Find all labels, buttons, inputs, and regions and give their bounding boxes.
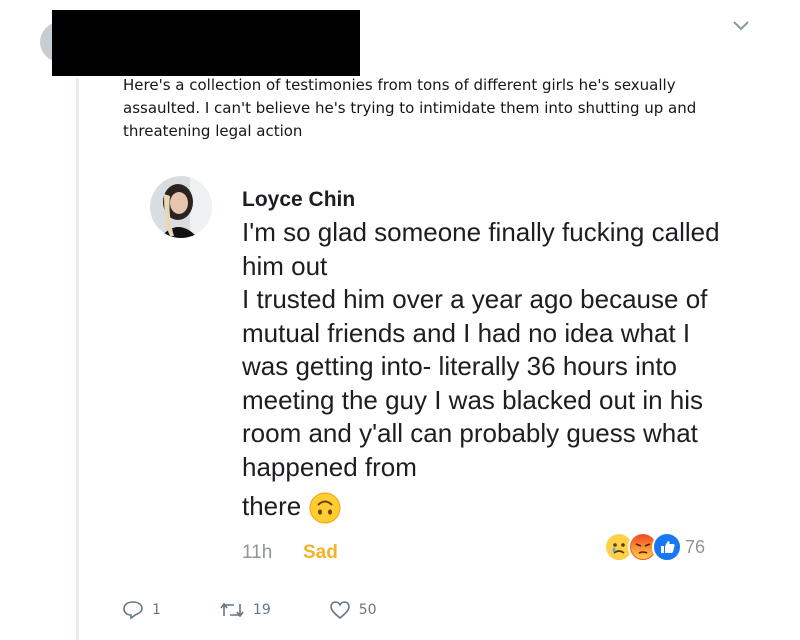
heart-icon [329,601,350,620]
retweet-button[interactable]: 19 [219,600,271,620]
like-button[interactable]: 50 [329,600,377,620]
like-thumb-icon [652,532,682,562]
reaction-count: 76 [685,536,706,557]
retweet-icon [220,602,244,618]
comment-author: Loyce Chin [242,188,356,211]
like-count: 50 [358,602,377,618]
reply-count: 1 [152,602,161,618]
thread-line [76,78,79,640]
comment-line: I'm so glad someone finally fucking call… [242,217,720,281]
chevron-down-icon[interactable] [730,16,752,34]
comment-line: I trusted him over a year ago because of… [242,284,708,482]
sad-reaction-label: Sad [303,542,338,563]
retweet-count: 19 [252,602,271,618]
comment-body: I'm so glad someone finally fucking call… [242,216,722,524]
redacted-header [52,10,360,76]
comment-line: there [242,491,302,521]
comment-time: 11h [242,542,273,563]
tweet-text: Here's a collection of testimonies from … [123,76,697,140]
comment-avatar [150,176,212,238]
reply-button[interactable]: 1 [122,600,161,620]
upside-down-face-icon [309,492,341,524]
reply-icon [123,601,143,620]
tweet-actions: 1 19 50 [122,600,435,620]
reaction-summary: 76 [604,532,705,562]
